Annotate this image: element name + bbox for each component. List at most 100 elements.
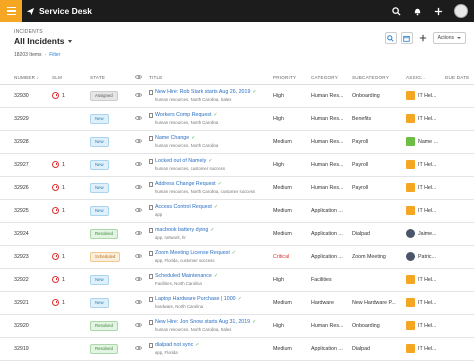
app-brand[interactable]: Service Desk [26, 0, 92, 22]
table-row[interactable]: 32926 1 New Address Change Request ✓ huma… [0, 176, 474, 200]
incident-number[interactable]: 32928 [0, 130, 52, 154]
table-row[interactable]: 32922 1 New Scheduled Maintenance ✓ Facil… [0, 268, 474, 292]
state-badge: Resolved [90, 228, 118, 239]
table-row[interactable]: 32919 Resolved dialpad not sync ✓ app, Fl… [0, 337, 474, 361]
incident-title-link[interactable]: Laptop Hardware Purchase | 1000 [155, 296, 236, 302]
incident-number[interactable]: 32921 [0, 291, 52, 315]
category-cell: Application ... [311, 245, 352, 269]
user-avatar[interactable] [454, 4, 468, 18]
table-row[interactable]: 32920 Resolved New Hire: Jon Snow starts… [0, 314, 474, 338]
assignee-group-icon [406, 183, 415, 192]
col-watch[interactable] [135, 71, 149, 85]
calendar-icon [403, 35, 410, 42]
incident-title-link[interactable]: New Hire: Jon Snow starts Aug 31, 2019 [155, 319, 250, 325]
watch-eye-icon[interactable] [135, 322, 142, 327]
incident-number[interactable]: 32924 [0, 222, 52, 246]
priority-cell: High [273, 268, 311, 292]
watch-eye-icon[interactable] [135, 92, 142, 97]
search-icon[interactable] [391, 6, 402, 17]
notifications-bell-icon[interactable] [412, 6, 423, 17]
search-button[interactable] [384, 32, 397, 44]
incident-number[interactable]: 32919 [0, 337, 52, 361]
incident-doc-icon [149, 89, 153, 95]
col-title[interactable]: TITLE [149, 71, 273, 85]
table-row[interactable]: 32921 1 New Laptop Hardware Purchase | 1… [0, 291, 474, 315]
item-count: 18203 Items [14, 52, 42, 58]
incident-title-link[interactable]: Address Change Request [155, 181, 216, 187]
incident-title-link[interactable]: Name Change [155, 135, 189, 141]
watch-eye-icon[interactable] [135, 230, 142, 235]
due-date-cell [445, 84, 474, 108]
col-state[interactable]: STATE [90, 71, 135, 85]
incident-number[interactable]: 32920 [0, 314, 52, 338]
col-category[interactable]: CATEGORY [311, 71, 352, 85]
incident-number[interactable]: 32926 [0, 176, 52, 200]
incident-title-link[interactable]: Locked out of Namely [155, 158, 206, 164]
assignee-name: IT Hel... [418, 207, 437, 214]
watch-eye-icon[interactable] [135, 161, 142, 166]
incident-number[interactable]: 32930 [0, 84, 52, 108]
check-icon: ✓ [213, 204, 219, 210]
check-icon: ✓ [191, 135, 196, 141]
priority-cell: Medium [273, 199, 311, 223]
subcategory-cell: Dialpad [352, 337, 406, 361]
category-cell: Human Res... [311, 153, 352, 177]
incident-title-link[interactable]: Workers Comp Request [155, 112, 211, 118]
assignee-group-icon [406, 206, 415, 215]
incident-title-link[interactable]: Zoom Meeting License Request [155, 250, 230, 256]
category-cell: Human Res... [311, 84, 352, 108]
add-icon[interactable] [433, 6, 444, 17]
watch-eye-icon[interactable] [135, 276, 142, 281]
incident-number[interactable]: 32923 [0, 245, 52, 269]
watch-eye-icon[interactable] [135, 138, 142, 143]
watch-eye-icon[interactable] [135, 207, 142, 212]
incident-number[interactable]: 32927 [0, 153, 52, 177]
table-row[interactable]: 32930 1 Assigned New Hire: Rob Stark sta… [0, 84, 474, 108]
incident-title-link[interactable]: macbook battery dying [155, 227, 208, 233]
incident-tags: human resources, customer success [155, 166, 225, 171]
assignee-name: Jaime... [418, 230, 437, 237]
watch-eye-icon[interactable] [135, 115, 142, 120]
watch-eye-icon[interactable] [135, 299, 142, 304]
slm-indicator: 1 [52, 253, 90, 260]
actions-dropdown[interactable]: Actions [432, 32, 466, 44]
col-due-date[interactable]: DUE DATE [445, 71, 474, 85]
calendar-button[interactable] [400, 32, 413, 44]
hamburger-menu-button[interactable] [0, 0, 22, 22]
add-incident-button[interactable] [417, 32, 429, 44]
table-row[interactable]: 32923 1 Scheduled Zoom Meeting License R… [0, 245, 474, 269]
due-date-cell [445, 337, 474, 361]
table-row[interactable]: 32924 Resolved macbook battery dying ✓ ap… [0, 222, 474, 246]
table-row[interactable]: 32927 1 New Locked out of Namely ✓ human … [0, 153, 474, 177]
incident-tags: human resources, North Carolina, Sales [155, 97, 232, 102]
subcategory-cell [352, 199, 406, 223]
incident-number[interactable]: 32929 [0, 107, 52, 131]
filter-link[interactable]: Filter [49, 52, 60, 58]
table-row[interactable]: 32925 1 New Access Control Request ✓ app … [0, 199, 474, 223]
due-date-cell [445, 130, 474, 154]
assignee-name: IT Hel... [418, 92, 437, 99]
col-assignee[interactable]: ASSIG... [406, 71, 445, 85]
breadcrumb[interactable]: INCIDENTS [14, 29, 43, 35]
col-number[interactable]: NUMBER ↓ [0, 71, 52, 85]
incident-title-link[interactable]: Scheduled Maintenance [155, 273, 212, 279]
incident-title-link[interactable]: Access Control Request [155, 204, 212, 210]
col-slm[interactable]: SLM [52, 71, 90, 85]
view-selector[interactable]: All Incidents [14, 36, 72, 46]
watch-eye-icon[interactable] [135, 184, 142, 189]
assignee-group-icon [406, 137, 415, 146]
col-subcategory[interactable]: SUBCATEGORY [352, 71, 406, 85]
col-priority[interactable]: PRIORITY [273, 71, 311, 85]
table-row[interactable]: 32929 New Workers Comp Request ✓ human re… [0, 107, 474, 131]
incident-doc-icon [149, 296, 153, 302]
due-date-cell [445, 222, 474, 246]
due-date-cell [445, 107, 474, 131]
incident-title-link[interactable]: dialpad not sync [155, 342, 193, 348]
incident-number[interactable]: 32922 [0, 268, 52, 292]
incident-number[interactable]: 32925 [0, 199, 52, 223]
subcategory-cell: Onboarding [352, 84, 406, 108]
table-row[interactable]: 32928 New Name Change ✓ human resources, … [0, 130, 474, 154]
watch-eye-icon[interactable] [135, 253, 142, 258]
watch-eye-icon[interactable] [135, 345, 142, 350]
incident-title-link[interactable]: New Hire: Rob Stark starts Aug 26, 2019 [155, 89, 250, 95]
